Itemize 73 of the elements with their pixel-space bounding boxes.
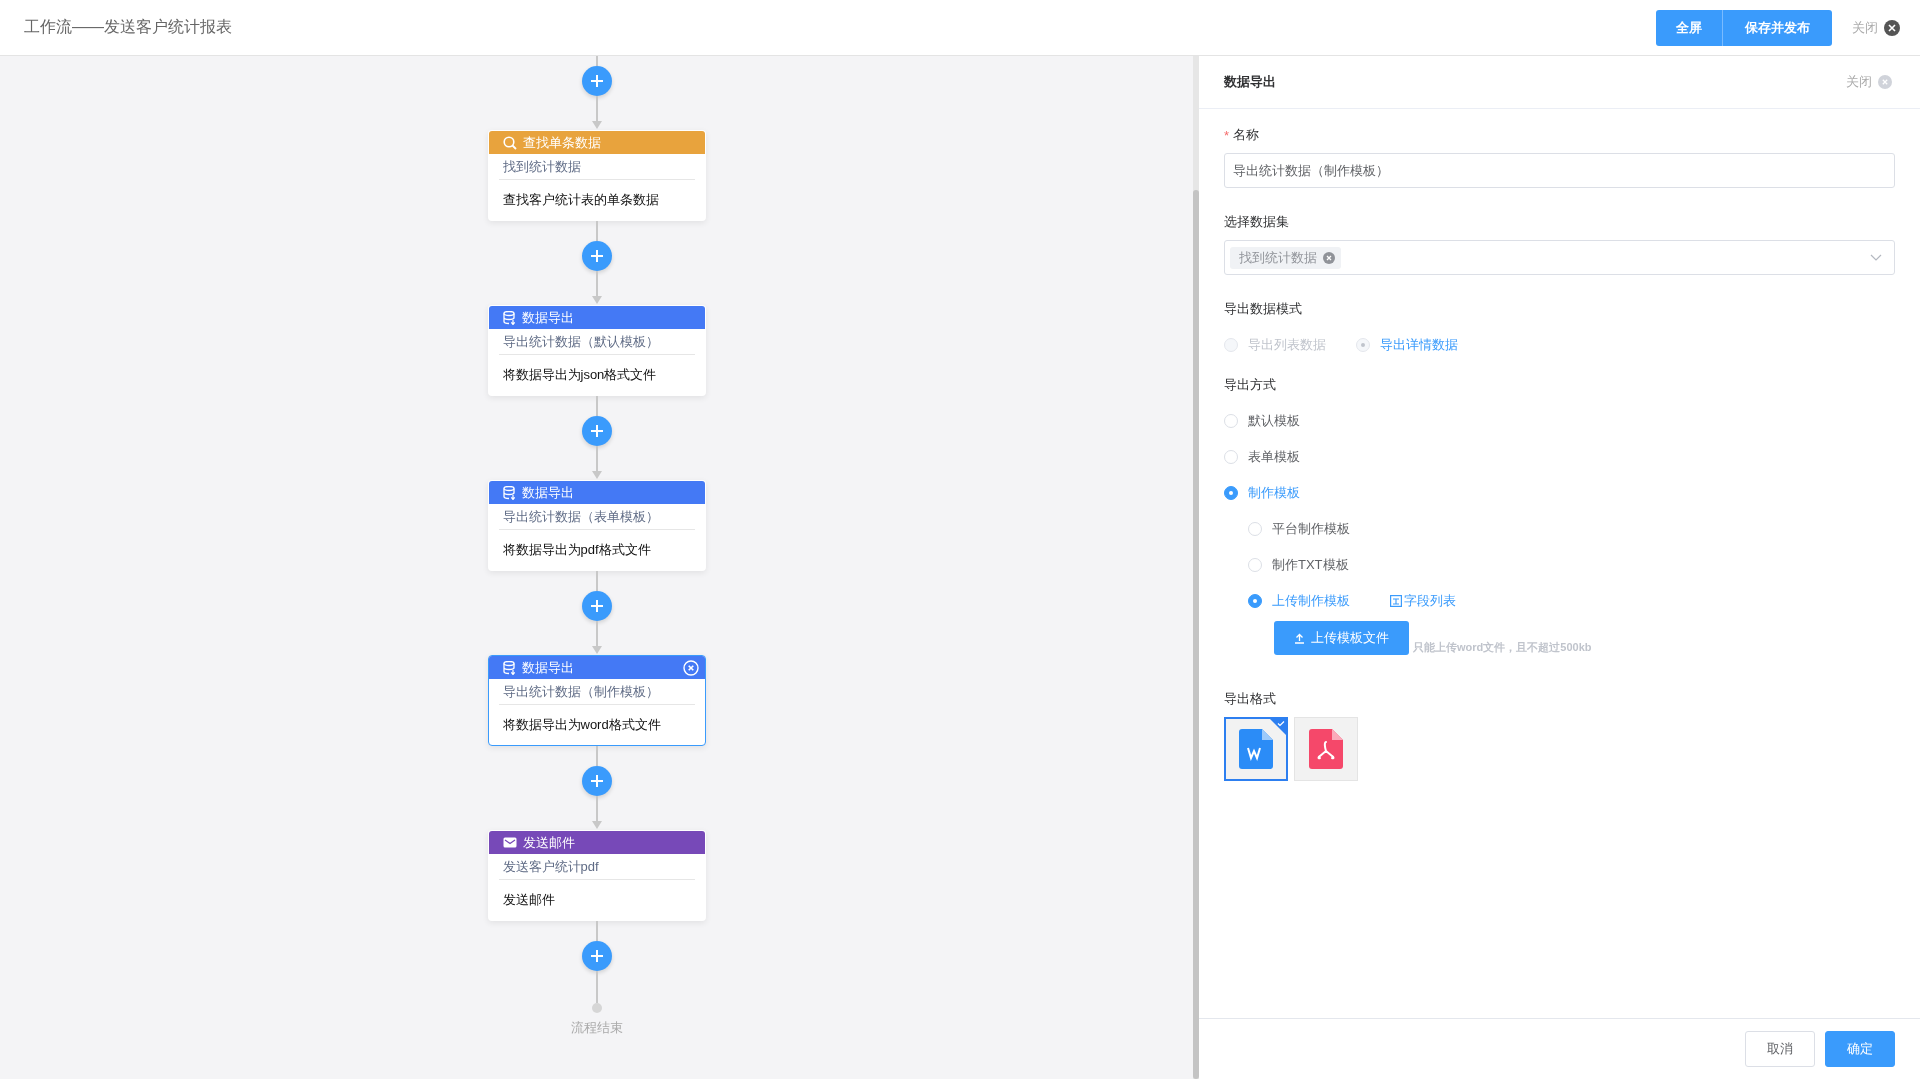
check-corner-icon — [1270, 719, 1286, 735]
node-title: 查找单条数据 — [522, 133, 602, 152]
list-icon — [1390, 595, 1402, 607]
node-name: 导出统计数据（表单模板） — [498, 504, 695, 530]
envelope-icon — [502, 837, 517, 848]
node-description: 发送邮件 — [501, 891, 556, 909]
plus-icon — [589, 774, 604, 788]
node-title: 数据导出 — [521, 308, 575, 327]
field-label: 导出数据模式 — [1224, 300, 1302, 318]
panel-title: 数据导出 — [1224, 73, 1277, 91]
connector-arrow — [590, 796, 603, 830]
database-icon — [502, 660, 516, 675]
search-icon — [502, 135, 517, 150]
node-title: 数据导出 — [521, 483, 575, 502]
close-icon[interactable] — [1884, 19, 1900, 36]
field-label: 选择数据集 — [1224, 213, 1289, 231]
plus-icon — [589, 74, 604, 88]
upload-icon — [1294, 632, 1305, 644]
connector-arrow — [590, 271, 603, 305]
radio-option[interactable]: 默认模板 — [1224, 403, 1895, 439]
field-label: 导出格式 — [1224, 690, 1276, 708]
workflow-node-card[interactable]: 数据导出 导出统计数据（默认模板） 将数据导出为json格式文件 — [487, 305, 706, 396]
tag-label: 找到统计数据 — [1239, 248, 1317, 267]
node-description: 查找客户统计表的单条数据 — [501, 191, 660, 209]
node-name: 发送客户统计pdf — [498, 854, 695, 880]
node-name: 导出统计数据（制作模板） — [498, 679, 695, 705]
add-step-button[interactable] — [581, 766, 612, 796]
word-file-icon — [1239, 729, 1273, 769]
add-step-button[interactable] — [581, 591, 612, 621]
radio-option[interactable]: 平台制作模板 — [1248, 511, 1350, 547]
connector-arrow — [590, 96, 603, 130]
scrollbar[interactable] — [1193, 56, 1199, 1079]
field-label: 名称 — [1233, 126, 1260, 144]
pdf-file-icon — [1309, 729, 1343, 769]
radio-option[interactable]: 表单模板 — [1224, 439, 1895, 475]
node-name: 导出统计数据（默认模板） — [498, 329, 695, 355]
remove-node-icon[interactable] — [682, 659, 699, 676]
cancel-button[interactable]: 取消 — [1745, 1031, 1815, 1067]
workflow-node-card[interactable]: 数据导出 导出统计数据（表单模板） 将数据导出为pdf格式文件 — [487, 480, 706, 571]
connector-arrow — [590, 446, 603, 480]
workflow-node-card[interactable]: 查找单条数据 找到统计数据 查找客户统计表的单条数据 — [487, 130, 706, 221]
node-title: 发送邮件 — [522, 833, 576, 852]
field-label: 导出方式 — [1224, 376, 1276, 394]
chevron-down-icon — [1870, 254, 1882, 261]
node-description: 将数据导出为word格式文件 — [501, 716, 662, 734]
plus-icon — [589, 249, 604, 263]
format-option[interactable] — [1224, 717, 1288, 781]
add-step-button[interactable] — [581, 416, 612, 446]
add-step-button[interactable] — [581, 241, 612, 271]
window-title: 工作流——发送客户统计报表 — [24, 17, 233, 37]
workflow-node-card[interactable]: 数据导出 导出统计数据（制作模板） 将数据导出为word格式文件 — [487, 655, 706, 746]
database-icon — [502, 310, 516, 325]
close-label: 关闭 — [1852, 18, 1878, 37]
flow-end-label: 流程结束 — [570, 1019, 623, 1037]
required-mark: * — [1224, 127, 1230, 143]
node-name: 找到统计数据 — [498, 154, 695, 180]
workflow-node-card[interactable]: 发送邮件 发送客户统计pdf 发送邮件 — [487, 830, 706, 921]
add-step-button[interactable] — [581, 941, 612, 971]
plus-icon — [589, 424, 604, 438]
close-label: 关闭 — [1846, 73, 1872, 91]
tag-remove-icon[interactable] — [1323, 251, 1335, 264]
node-title: 数据导出 — [521, 658, 575, 677]
name-input[interactable]: 导出统计数据（制作模板） — [1224, 153, 1895, 188]
plus-icon — [589, 949, 604, 963]
upload-hint: 只能上传word文件，且不超过500kb — [1413, 640, 1592, 655]
add-step-button[interactable] — [581, 66, 612, 96]
plus-icon — [589, 599, 604, 613]
radio-option[interactable]: 制作TXT模板 — [1248, 547, 1349, 583]
connector-arrow — [590, 621, 603, 655]
node-description: 将数据导出为pdf格式文件 — [501, 541, 652, 559]
database-icon — [502, 485, 516, 500]
end-dot — [591, 1003, 602, 1013]
node-description: 将数据导出为json格式文件 — [501, 366, 658, 384]
